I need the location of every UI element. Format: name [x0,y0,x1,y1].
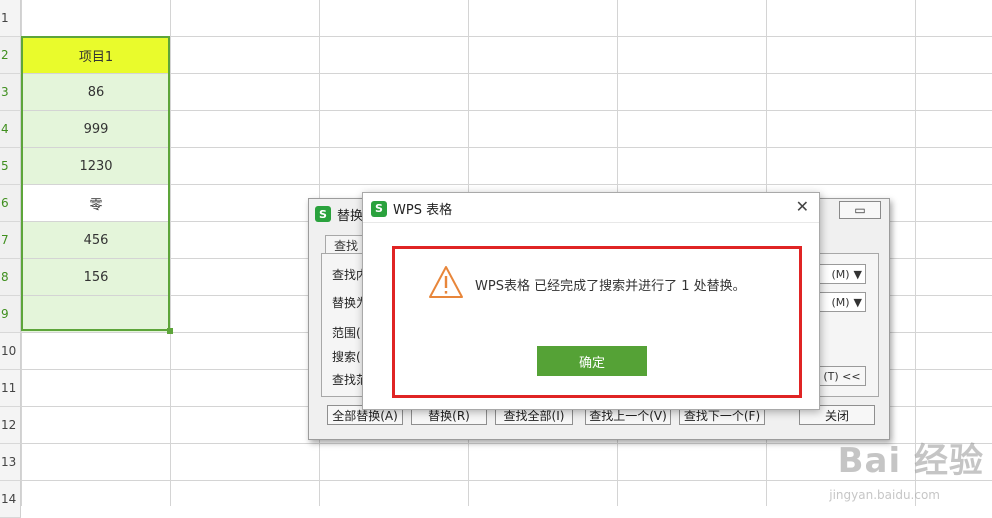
find-format-combo[interactable]: (M) ▼ [818,264,866,284]
search-label: 搜索( [332,350,361,364]
cell-a9[interactable] [22,296,170,332]
message-dialog-title-text: WPS 表格 [393,203,453,218]
find-format-value: (M) [831,267,850,281]
scope-label: 范围( [332,326,361,340]
cell-a4[interactable]: 999 [22,111,170,147]
row-header[interactable]: 7 [0,222,21,259]
ok-button[interactable]: 确定 [537,346,647,376]
replace-dialog-title-text: 替换 [337,208,364,224]
replace-format-value: (M) [831,295,850,309]
cell-a6[interactable]: 零 [22,185,170,221]
row-header[interactable]: 10 [0,333,21,370]
row-header[interactable]: 8 [0,259,21,296]
close-icon: ▭ [854,203,866,217]
chevron-down-icon: ▼ [853,295,862,309]
chevron-down-icon: ▼ [853,267,862,281]
row-header[interactable]: 4 [0,111,21,148]
options-toggle-button[interactable]: (T) << [818,366,866,386]
row-header[interactable]: 1 [0,0,21,37]
message-text: WPS表格 已经完成了搜索并进行了 1 处替换。 [475,279,746,294]
grid-line [170,0,171,506]
fill-handle[interactable] [167,328,173,334]
row-header[interactable]: 13 [0,444,21,481]
row-header[interactable]: 2 [0,37,21,74]
row-header[interactable]: 3 [0,74,21,111]
cell-a2[interactable]: 项目1 [22,37,170,73]
cell-a7[interactable]: 456 [22,222,170,258]
grid-line [915,0,916,506]
warning-icon [429,266,463,298]
title-divider [363,222,819,223]
wps-app-icon: S [371,200,387,217]
row-header[interactable]: 9 [0,296,21,333]
row-header[interactable]: 11 [0,370,21,407]
replace-dialog-close-button[interactable]: ▭ [839,201,881,219]
wps-app-icon: S [315,206,331,222]
watermark-url: jingyan.baidu.com [829,488,940,502]
close-icon[interactable]: ✕ [796,197,809,216]
message-dialog-title: S WPS 表格 [371,199,452,218]
replace-dialog-title: S 替换 [315,203,363,225]
watermark-brand: Bai 经验 [837,441,984,481]
row-header[interactable]: 12 [0,407,21,444]
tab-find[interactable]: 查找 [325,235,365,254]
cell-a3[interactable]: 86 [22,74,170,110]
row-header[interactable]: 14 [0,481,21,518]
cell-a8[interactable]: 156 [22,259,170,295]
row-header[interactable]: 5 [0,148,21,185]
replace-format-combo[interactable]: (M) ▼ [818,292,866,312]
cell-a5[interactable]: 1230 [22,148,170,184]
message-dialog: S WPS 表格 ✕ WPS表格 已经完成了搜索并进行了 1 处替换。 确定 [362,192,820,410]
row-header[interactable]: 6 [0,185,21,222]
